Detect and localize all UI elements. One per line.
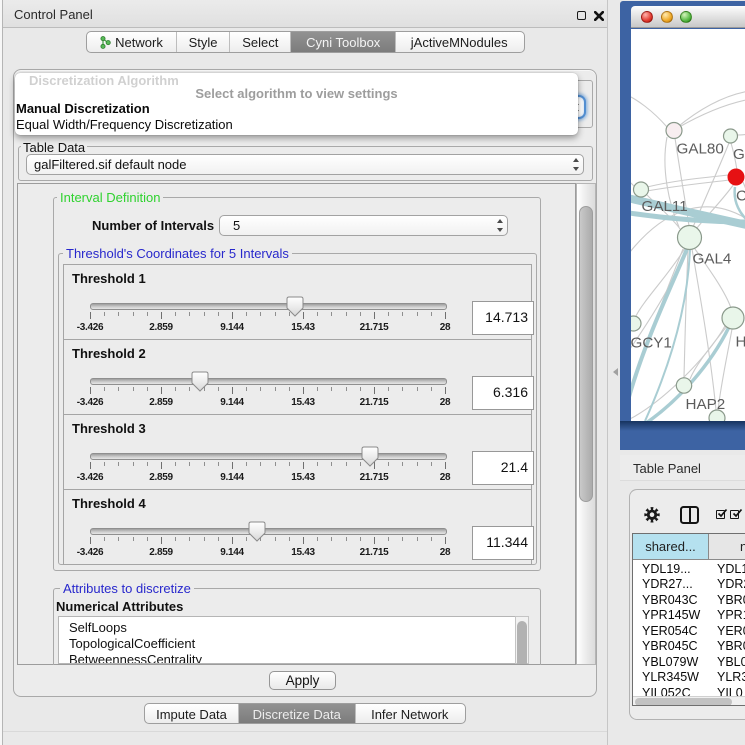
svg-text:GCY1: GCY1 xyxy=(631,335,672,352)
svg-text:C: C xyxy=(736,188,745,205)
svg-text:HI: HI xyxy=(736,334,745,351)
svg-text:GA: GA xyxy=(733,146,745,163)
svg-text:GAL4: GAL4 xyxy=(693,251,732,268)
svg-text:HAP2: HAP2 xyxy=(686,396,726,413)
svg-text:GAL80: GAL80 xyxy=(677,141,724,158)
svg-text:GAL11: GAL11 xyxy=(642,198,688,215)
